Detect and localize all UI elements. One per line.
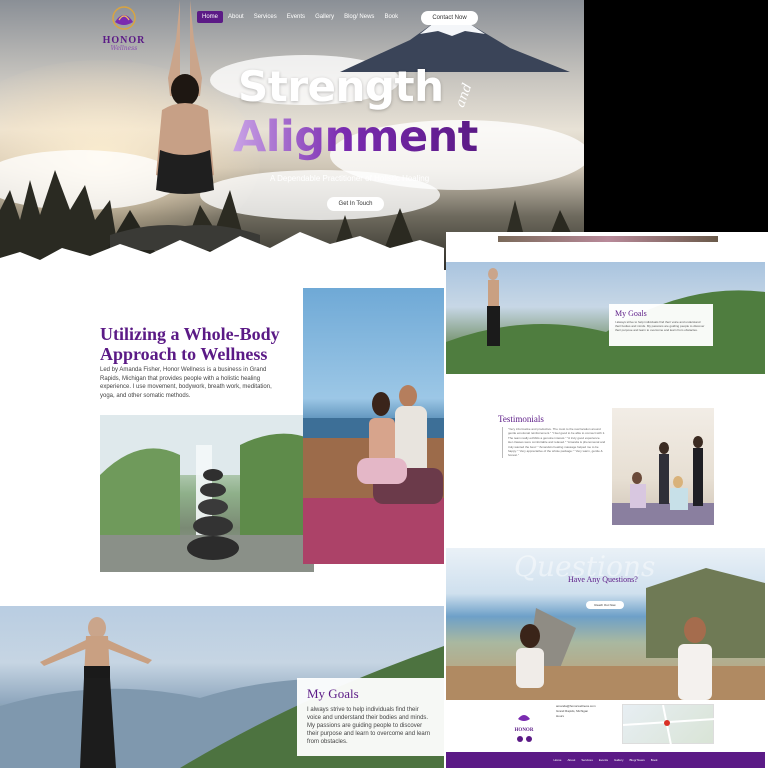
nav-item-gallery[interactable]: Gallery — [310, 11, 339, 23]
hero-section: HONOR Wellness Home About Services Event… — [0, 0, 584, 270]
nav-item-events[interactable]: Events — [282, 11, 310, 23]
hero-title-line2: Alignment — [233, 112, 478, 162]
hero-title-and: and — [452, 81, 476, 110]
goals-title: My Goals — [307, 686, 359, 701]
footer-logo[interactable]: HONOR — [512, 710, 536, 742]
black-panel — [584, 0, 768, 232]
questions-title: Have Any Questions? — [568, 575, 638, 584]
goals-section: My Goals I always strive to help individ… — [0, 606, 444, 768]
questions-section: Questions Have Any Questions? Reach Out … — [446, 548, 765, 700]
footer-nav-about[interactable]: About — [567, 758, 575, 762]
footer-nav-services[interactable]: Services — [581, 758, 593, 762]
nav-item-services[interactable]: Services — [249, 11, 282, 23]
footer-nav-home[interactable]: Home — [553, 758, 561, 762]
footer-logo-text: HONOR — [514, 728, 534, 733]
facebook-icon[interactable] — [516, 736, 523, 742]
footer-nav-blog[interactable]: Blog/ News — [630, 758, 645, 762]
goals-text: I always strive to help individuals find… — [307, 707, 431, 745]
main-nav: Home About Services Events Gallery Blog/… — [197, 11, 403, 23]
footer-map[interactable] — [622, 704, 716, 746]
whole-body-text: Led by Amanda Fisher, Honor Wellness is … — [100, 367, 272, 399]
nav-item-book[interactable]: Book — [379, 11, 403, 23]
footer-nav-book[interactable]: Book — [651, 758, 658, 762]
image-strip — [498, 236, 718, 242]
nav-item-about[interactable]: About — [223, 11, 249, 23]
whole-body-section: Utilizing a Whole-Body Approach to Welln… — [0, 262, 444, 612]
footer-nav-events[interactable]: Events — [599, 758, 608, 762]
testimonials-title: Testimonials — [498, 414, 544, 424]
yoga-class-image — [612, 408, 714, 525]
honor-wellness-logo[interactable]: HONOR Wellness — [98, 6, 150, 52]
mobile-page-mockup: My Goals I always strive to help individ… — [446, 232, 765, 768]
nav-item-blog[interactable]: Blog/ News — [339, 11, 379, 23]
hero-title-line1: Strength — [238, 62, 444, 111]
contact-now-button[interactable]: Contact Now — [421, 11, 478, 25]
map-pin-icon — [664, 720, 670, 726]
get-in-touch-button[interactable]: Get In Touch — [327, 197, 384, 211]
whole-body-title: Utilizing a Whole-Body Approach to Welln… — [100, 324, 280, 364]
m2-goals-text: I always strive to help individuals find… — [615, 320, 705, 332]
m2-goals-section: My Goals I always strive to help individ… — [446, 262, 765, 374]
instagram-icon[interactable] — [525, 736, 532, 742]
waterfall-stones-image — [100, 415, 314, 572]
footer: HONOR amanda@honorwellness.com Grand Rap… — [446, 702, 765, 754]
couple-meditating-image — [303, 288, 444, 564]
m2-goals-title: My Goals — [615, 309, 647, 318]
hero-subtitle: A Dependable Practitioner of Holistic He… — [270, 174, 430, 183]
footer-contact: amanda@honorwellness.com Grand Rapids, M… — [556, 704, 616, 719]
logo-tagline: Wellness — [110, 45, 138, 52]
footer-nav-gallery[interactable]: Gallery — [614, 758, 624, 762]
lotus-icon — [518, 715, 530, 721]
m2-goals-card: My Goals I always strive to help individ… — [609, 304, 713, 346]
testimonials-text: "Very informative and productive. The mo… — [502, 427, 606, 458]
goals-card: My Goals I always strive to help individ… — [297, 678, 444, 756]
reach-out-button[interactable]: Reach Out Now — [586, 601, 624, 609]
nav-item-home[interactable]: Home — [197, 11, 224, 23]
lotus-icon — [112, 6, 136, 30]
footer-nav: Home About Services Events Gallery Blog/… — [446, 752, 765, 768]
footer-hours: Hours — [556, 714, 565, 718]
